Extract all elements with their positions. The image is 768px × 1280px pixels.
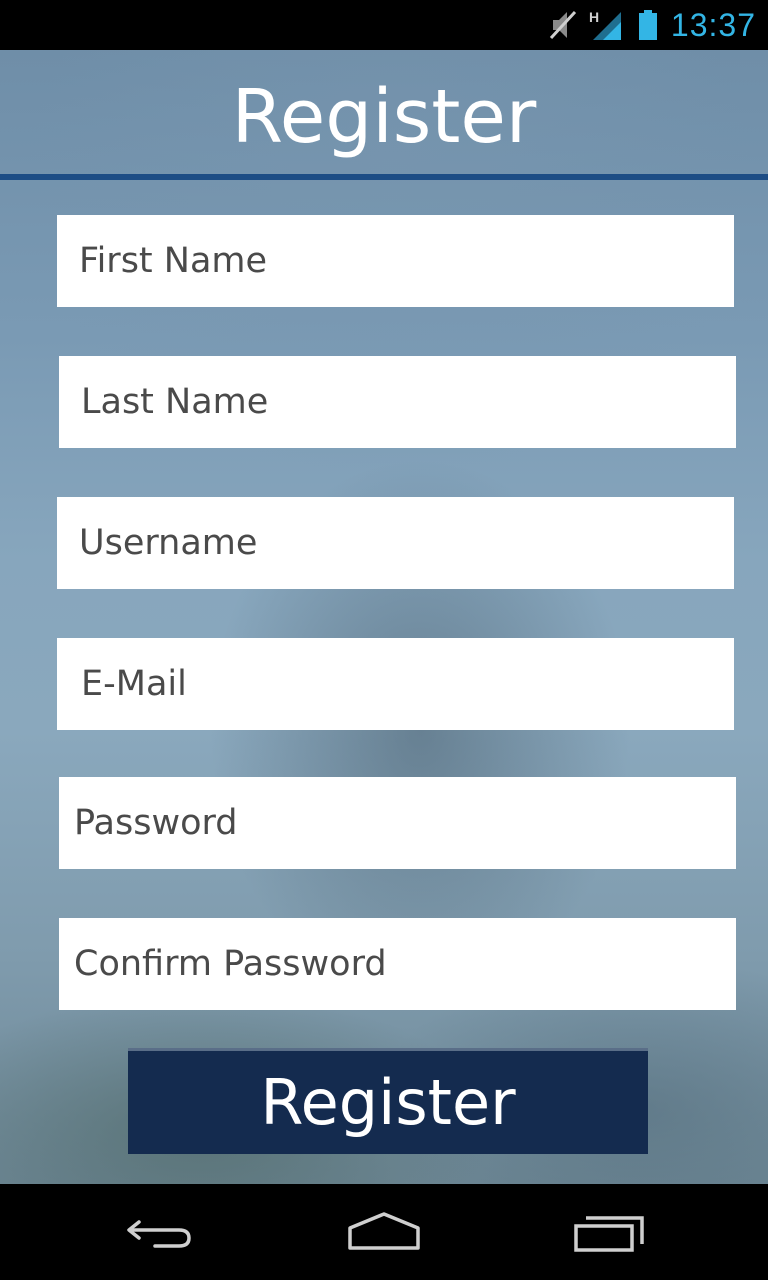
- header: Register: [0, 50, 768, 174]
- recent-apps-icon: [574, 1216, 644, 1252]
- email-placeholder: E-Mail: [81, 664, 187, 704]
- signal-icon: H: [589, 9, 621, 40]
- password-field[interactable]: Password: [59, 777, 736, 869]
- password-placeholder: Password: [74, 803, 238, 843]
- username-field[interactable]: Username: [57, 497, 734, 589]
- last-name-field[interactable]: Last Name: [59, 356, 736, 448]
- navigation-bar: [0, 1184, 768, 1280]
- confirm-password-placeholder: Confirm Password: [74, 944, 387, 984]
- clock: 13:37: [670, 6, 756, 43]
- confirm-password-field[interactable]: Confirm Password: [59, 918, 736, 1010]
- battery-icon: [638, 10, 657, 40]
- status-icons: H 13:37: [549, 0, 756, 50]
- recent-apps-button[interactable]: [550, 1184, 670, 1280]
- header-divider: [0, 174, 768, 180]
- last-name-placeholder: Last Name: [81, 382, 269, 422]
- register-screen: Register First Name Last Name Username E…: [0, 50, 768, 1184]
- network-type-label: H: [589, 9, 599, 25]
- first-name-placeholder: First Name: [79, 241, 268, 281]
- home-button[interactable]: [324, 1184, 444, 1280]
- first-name-field[interactable]: First Name: [57, 215, 734, 307]
- register-button[interactable]: Register: [128, 1048, 648, 1154]
- home-icon: [348, 1212, 420, 1250]
- mute-icon: [549, 10, 577, 40]
- back-icon: [127, 1220, 191, 1248]
- back-button[interactable]: [100, 1184, 220, 1280]
- page-title: Register: [231, 74, 537, 160]
- email-field[interactable]: E-Mail: [57, 638, 734, 730]
- status-bar: H 13:37: [0, 0, 768, 50]
- username-placeholder: Username: [79, 523, 258, 563]
- register-button-label: Register: [260, 1066, 516, 1139]
